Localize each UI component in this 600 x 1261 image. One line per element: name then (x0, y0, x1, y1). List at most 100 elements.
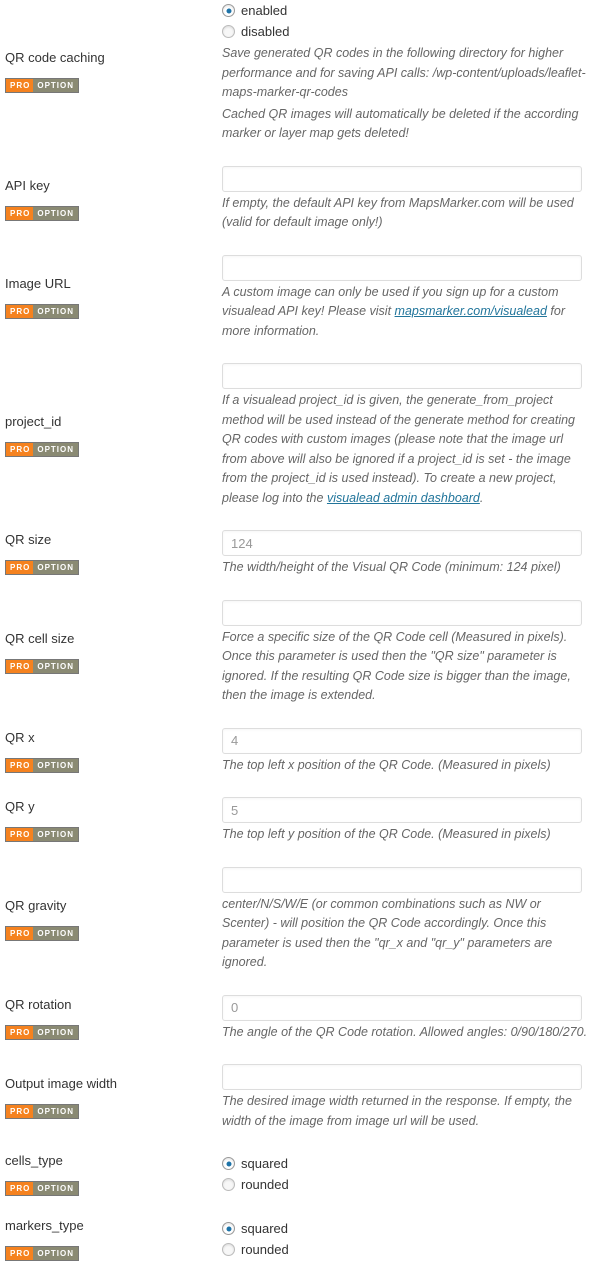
field-description: Force a specific size of the QR Code cel… (222, 629, 571, 703)
row-spacer-cell (0, 508, 600, 530)
input-qr-y[interactable] (222, 797, 582, 823)
row-spacer-cell (0, 706, 600, 728)
pro-badge-pro-text: PRO (6, 1182, 34, 1195)
row-spacer-cell (0, 578, 600, 600)
setting-row-qr-y: QR y PROOPTION The top left y position of … (0, 797, 600, 845)
field-description: If a visualead project_id is given, the … (222, 393, 575, 505)
row-spacer-cell (0, 775, 600, 797)
radio-label: enabled (241, 3, 288, 18)
setting-row-qr-rotation: QR rotation PROOPTION The angle of the QR … (0, 994, 600, 1043)
field-cell-qr-gravity: center/N/S/W/E (or common combinations s… (222, 866, 600, 973)
field-cell-api-key: If empty, the default API key from MapsM… (222, 165, 600, 233)
label-cell-api-key: API key PRO OPTION (0, 166, 222, 233)
pro-badge-option-text: OPTION (33, 660, 79, 673)
pro-badge-option-text: OPTION (33, 1025, 79, 1039)
input-output-image-width[interactable] (222, 1064, 582, 1090)
input-qr-rotation[interactable] (222, 994, 582, 1021)
setting-row-qr-x: QR x PROOPTION The top left x position of … (0, 727, 600, 776)
radio-button-icon[interactable] (222, 1157, 235, 1170)
row-spacer (0, 508, 600, 530)
setting-label-qr-y: QR y (5, 799, 35, 815)
pro-badge-option-text: OPTION (33, 1105, 79, 1118)
label-cell-markers-type: markers_type PRO OPTION (0, 1218, 222, 1261)
pro-badge-option-text: OPTION (33, 443, 79, 456)
row-spacer (0, 973, 600, 995)
setting-label-qr-rotation: QR rotation (5, 996, 72, 1012)
field-cell-cells-type: squared rounded (222, 1153, 600, 1196)
row-spacer (0, 706, 600, 728)
pro-badge-pro-text: PRO (6, 206, 34, 220)
input-qr-gravity[interactable] (222, 866, 582, 893)
label-cell-qr-gravity: QR gravity PRO OPTION (0, 867, 222, 973)
radio-option-qr-code-caching-enabled[interactable]: enabled (222, 0, 600, 21)
radio-button-icon[interactable] (222, 1178, 235, 1191)
pro-badge-option-text: OPTION (33, 927, 79, 940)
field-description: The top left y position of the QR Code. … (222, 827, 551, 841)
input-qr-x[interactable] (222, 727, 582, 754)
input-image-url[interactable] (222, 254, 582, 281)
row-spacer-cell (0, 1131, 600, 1153)
description-link[interactable]: mapsmarker.com/visualead (395, 304, 547, 318)
radio-option-cells-type-rounded[interactable]: rounded (222, 1174, 600, 1195)
pro-badge-pro-text: PRO (6, 79, 34, 93)
radio-button-icon[interactable] (222, 25, 235, 38)
row-spacer-cell (0, 973, 600, 995)
radio-button-icon[interactable] (222, 1243, 235, 1256)
pro-option-badge: PRO OPTION (5, 1024, 80, 1040)
pro-option-badge: PRO OPTION (5, 926, 80, 941)
field-cell-markers-type: squared rounded (222, 1218, 600, 1261)
input-qr-cell-size[interactable] (222, 599, 582, 626)
row-spacer-cell (0, 1196, 600, 1218)
setting-label-project-id: project_id (5, 414, 62, 429)
field-description: A custom image can only be used if you s… (222, 284, 565, 338)
row-spacer-cell (0, 1042, 600, 1064)
qr-code-settings-table: QR code caching PRO OPTION enabled disabled S… (0, 0, 600, 1261)
radio-label: squared (241, 1221, 288, 1236)
pro-badge-pro-text: PRO (6, 660, 34, 673)
pro-option-badge: PRO OPTION (5, 205, 80, 221)
setting-label-qr-cell-size: QR cell size (5, 631, 75, 646)
pro-badge-pro-text: PRO (6, 927, 34, 940)
radio-option-markers-type-squared[interactable]: squared (222, 1218, 600, 1239)
pro-option-badge: PRO OPTION (5, 1104, 80, 1119)
pro-option-badge: PRO OPTION (5, 827, 80, 843)
field-cell-qr-y: The top left y position of the QR Code. … (222, 797, 600, 845)
field-description: center/N/S/W/E (or common combinations s… (222, 896, 553, 970)
label-cell-qr-size: QR size PRO OPTION (0, 530, 222, 578)
radio-option-markers-type-rounded[interactable]: rounded (222, 1239, 600, 1260)
pro-option-badge: PRO OPTION (5, 560, 80, 576)
description-link[interactable]: visualead admin dashboard (327, 491, 480, 505)
pro-option-badge: PRO OPTION (5, 78, 80, 94)
row-spacer (0, 578, 600, 600)
setting-row-qr-gravity: QR gravity PRO OPTION center/N/S/W/E (or co… (0, 866, 600, 973)
label-cell-cells-type: cells_type PRO OPTION (0, 1153, 222, 1196)
setting-row-markers-type: markers_type PRO OPTION squared rounded (0, 1218, 600, 1261)
pro-option-badge: PRO OPTION (5, 1246, 80, 1261)
pro-badge-option-text: OPTION (33, 1247, 79, 1260)
field-description: The top left x position of the QR Code. … (222, 757, 551, 772)
label-cell-qr-x: QR x PRO OPTION (0, 728, 222, 776)
field-description: If empty, the default API key from MapsM… (222, 195, 574, 230)
input-qr-size[interactable] (222, 530, 582, 556)
pro-badge-option-text: OPTION (33, 758, 79, 772)
radio-button-icon[interactable] (222, 4, 235, 17)
setting-label-image-url: Image URL (5, 276, 71, 292)
radio-option-qr-code-caching-disabled[interactable]: disabled (222, 21, 600, 42)
field-cell-qr-rotation: The angle of the QR Code rotation. Allow… (222, 994, 600, 1043)
row-spacer-cell (0, 144, 600, 166)
input-project-id[interactable] (222, 363, 582, 389)
radio-option-cells-type-squared[interactable]: squared (222, 1153, 600, 1174)
row-spacer (0, 775, 600, 797)
pro-badge-pro-text: PRO (6, 561, 34, 575)
setting-row-image-url: Image URL PRO OPTION A custom image can onl… (0, 254, 600, 342)
radio-button-icon[interactable] (222, 1222, 235, 1235)
pro-badge-option-text: OPTION (33, 206, 79, 220)
input-api-key[interactable] (222, 165, 582, 192)
setting-row-project-id: project_id PRO OPTION If a visualead projec… (0, 363, 600, 508)
label-cell-output-image-width: Output image width PRO OPTION (0, 1064, 222, 1131)
label-cell-image-url: Image URL PRO OPTION (0, 255, 222, 342)
setting-label-api-key: API key (5, 177, 50, 193)
field-cell-image-url: A custom image can only be used if you s… (222, 254, 600, 342)
row-spacer-cell (0, 845, 600, 867)
label-cell-qr-rotation: QR rotation PRO OPTION (0, 995, 222, 1043)
